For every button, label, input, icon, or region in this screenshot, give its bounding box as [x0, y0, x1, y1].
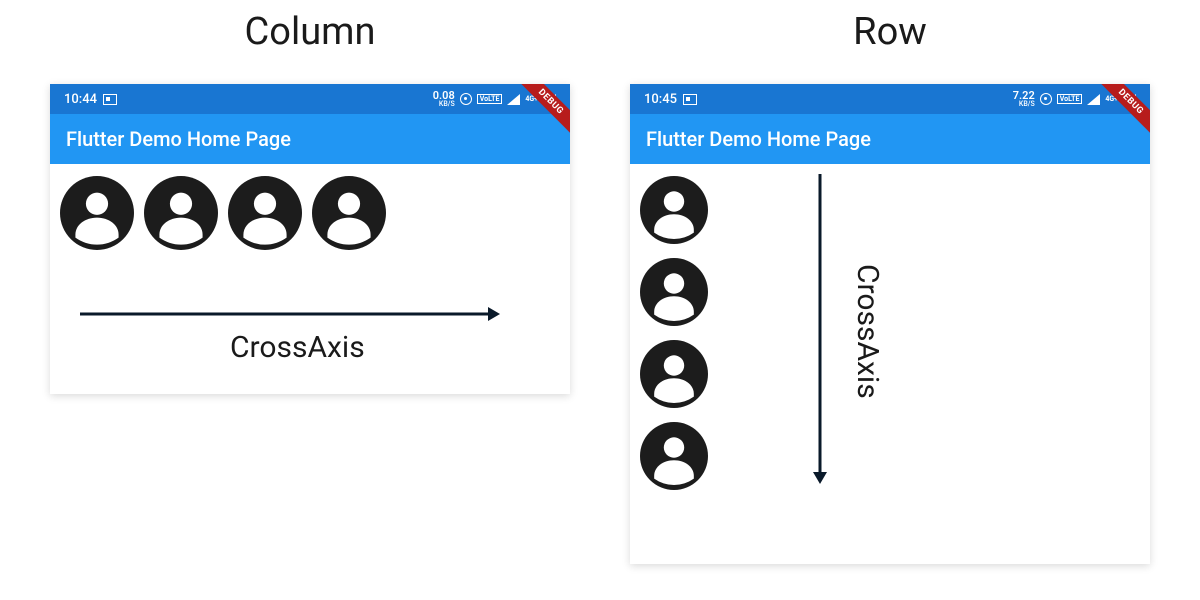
column-title: Column — [245, 10, 376, 54]
crossaxis-arrow-horizontal-icon — [80, 304, 500, 324]
data-rate: 0.08 KB/S — [433, 90, 455, 108]
body-area: CrossAxis — [50, 164, 570, 394]
status-bar: 10:45 7.22 KB/S VoLTE 4G+ — [630, 84, 1150, 114]
row-title: Row — [853, 10, 927, 54]
hotspot-icon — [460, 93, 472, 105]
person-icon — [60, 176, 134, 250]
person-icon — [640, 422, 708, 490]
app-bar-title: Flutter Demo Home Page — [646, 127, 871, 151]
screencast-icon — [683, 94, 697, 105]
crossaxis-arrow-vertical-icon — [810, 174, 830, 484]
volte-icon: VoLTE — [477, 94, 503, 104]
app-bar: Flutter Demo Home Page — [630, 114, 1150, 164]
person-icon — [640, 176, 708, 244]
column-example: Column 10:44 0.08 KB/S VoLTE 4G+ — [40, 10, 580, 564]
person-icon — [640, 258, 708, 326]
row-example: Row 10:45 7.22 KB/S VoLTE 4G+ — [620, 10, 1160, 564]
status-bar: 10:44 0.08 KB/S VoLTE 4G+ — [50, 84, 570, 114]
phone-mock-row: 10:45 7.22 KB/S VoLTE 4G+ Flutter Demo H… — [630, 84, 1150, 564]
volte-icon: VoLTE — [1057, 94, 1083, 104]
avatar-column — [640, 176, 1140, 490]
app-bar: Flutter Demo Home Page — [50, 114, 570, 164]
diagram-layout: Column 10:44 0.08 KB/S VoLTE 4G+ — [0, 0, 1200, 574]
avatar-row — [60, 176, 560, 250]
signal-icon — [1087, 94, 1100, 105]
status-left: 10:44 — [64, 92, 117, 107]
person-icon — [228, 176, 302, 250]
person-icon — [640, 340, 708, 408]
status-time: 10:45 — [644, 92, 677, 107]
app-bar-title: Flutter Demo Home Page — [66, 127, 291, 151]
crossaxis-label: CrossAxis — [850, 264, 885, 399]
phone-mock-column: 10:44 0.08 KB/S VoLTE 4G+ Flutter Demo H… — [50, 84, 570, 394]
data-rate: 7.22 KB/S — [1013, 90, 1035, 108]
status-time: 10:44 — [64, 92, 97, 107]
body-area: CrossAxis — [630, 164, 1150, 564]
screencast-icon — [103, 94, 117, 105]
crossaxis-label: CrossAxis — [230, 330, 365, 365]
person-icon — [144, 176, 218, 250]
signal-icon — [507, 94, 520, 105]
status-left: 10:45 — [644, 92, 697, 107]
person-icon — [312, 176, 386, 250]
hotspot-icon — [1040, 93, 1052, 105]
